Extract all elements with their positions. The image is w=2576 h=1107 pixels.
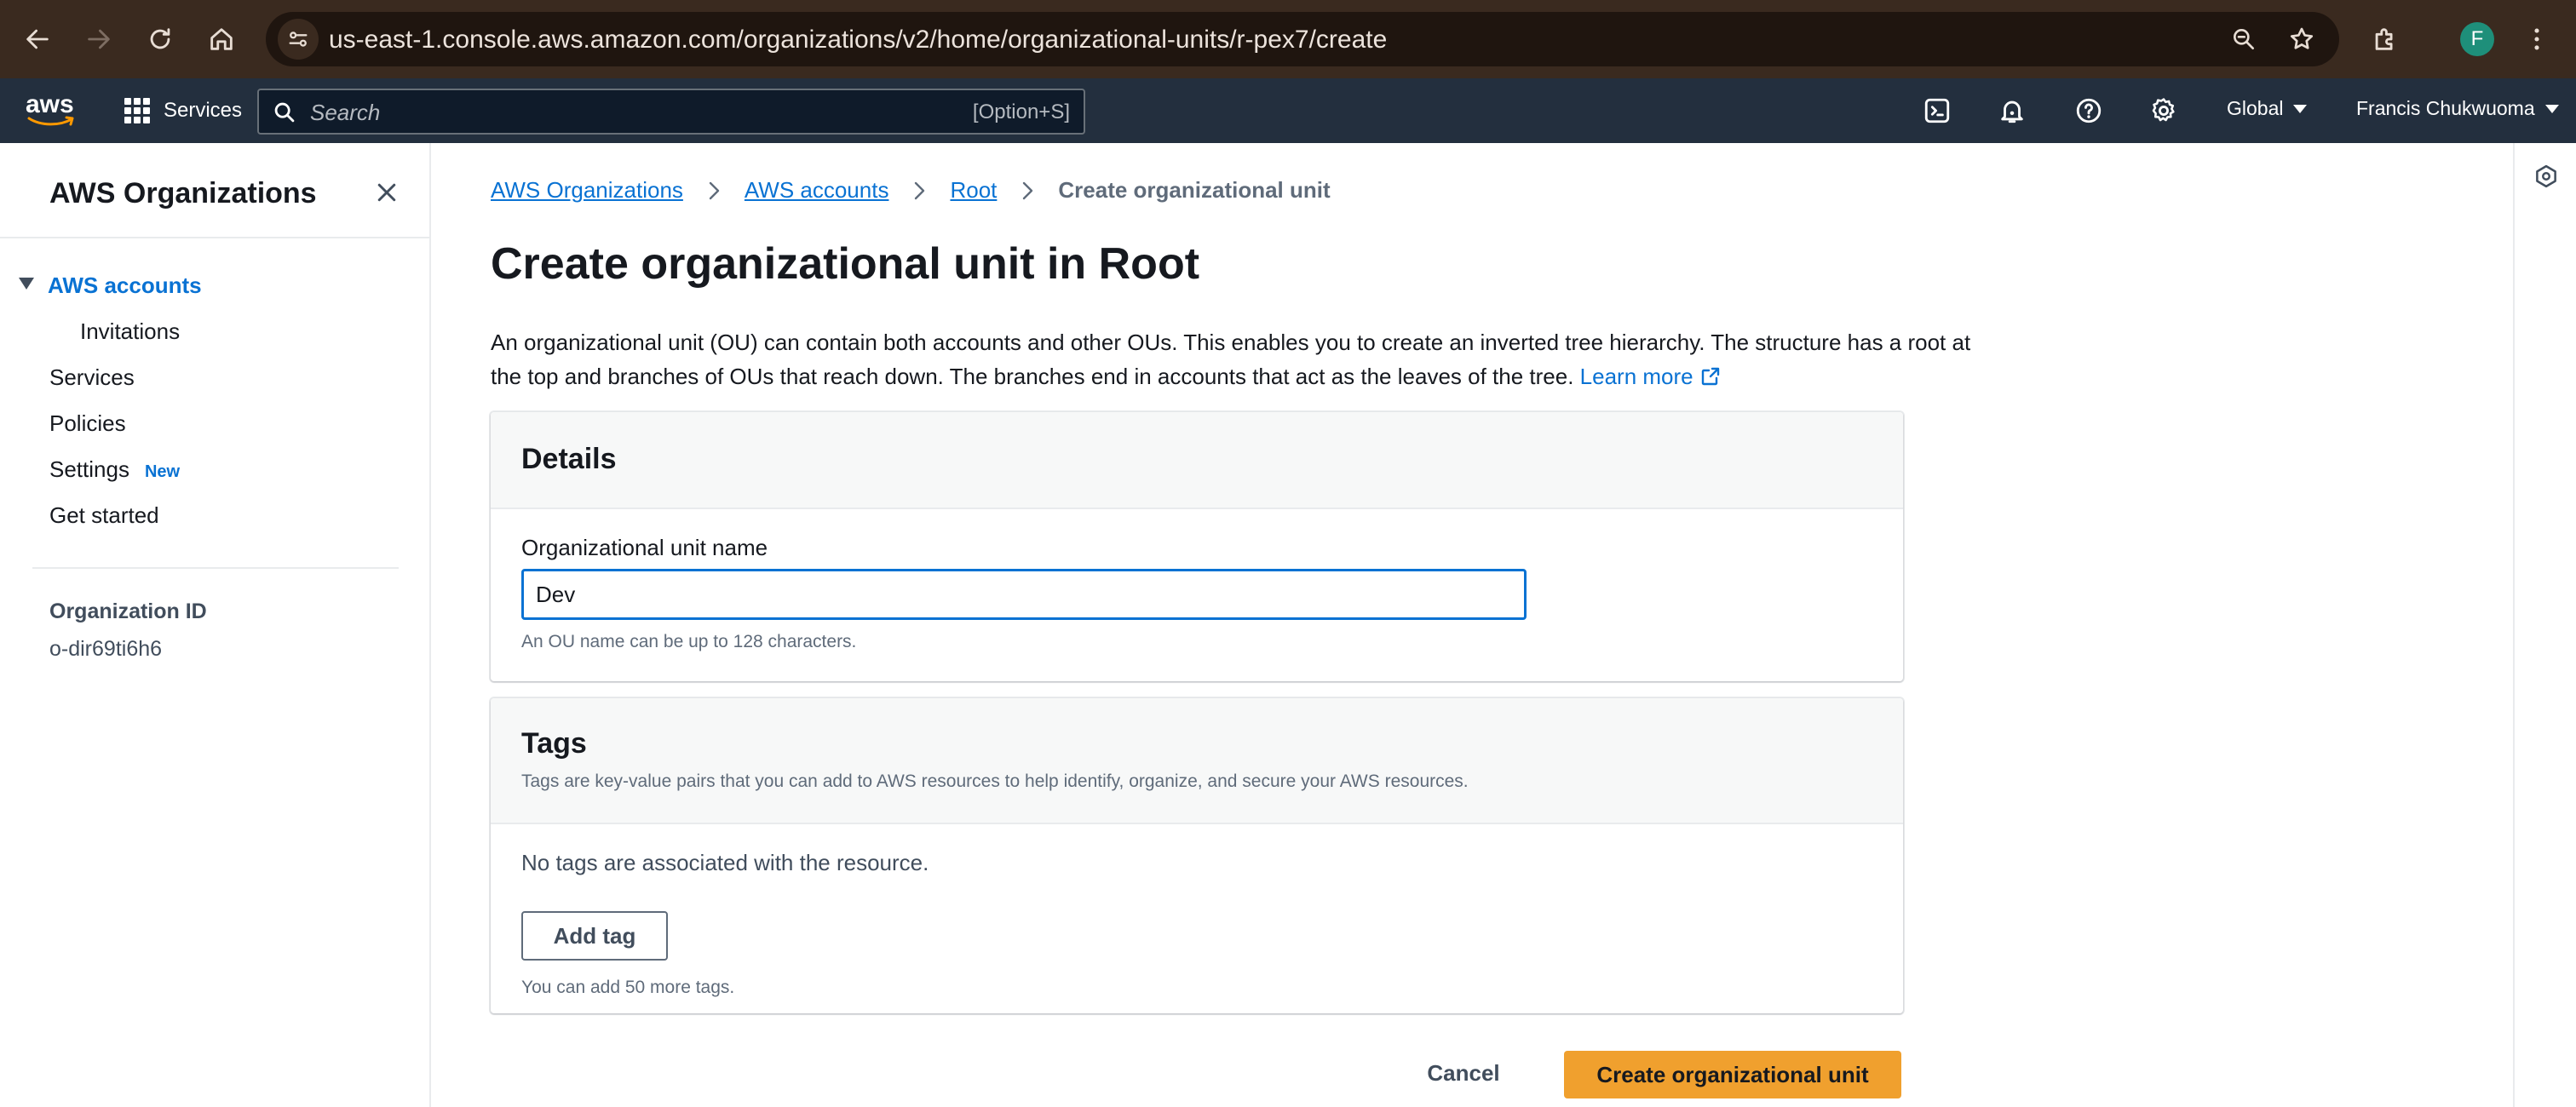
ou-name-hint: An OU name can be up to 128 characters.: [521, 632, 857, 651]
home-icon[interactable]: [201, 19, 242, 60]
tags-title: Tags: [521, 727, 587, 760]
aws-smile-icon: [27, 116, 74, 126]
services-grid-icon: [124, 98, 150, 123]
tags-panel-header: Tags Tags are key-value pairs that you c…: [491, 698, 1903, 824]
breadcrumb-current: Create organizational unit: [1058, 177, 1331, 203]
side-navigation: AWS Organizations AWS accounts Invitatio…: [0, 143, 431, 1107]
sidebar-item-settings[interactable]: Settings New: [49, 456, 180, 483]
aws-top-nav: aws Services [Option+S] Global Francis C…: [0, 78, 2576, 143]
breadcrumb-aws-organizations[interactable]: AWS Organizations: [491, 177, 683, 204]
bookmark-star-icon[interactable]: [2285, 22, 2319, 56]
zoom-icon[interactable]: [2227, 22, 2261, 56]
aws-logo[interactable]: aws: [26, 90, 77, 131]
add-tag-button[interactable]: Add tag: [521, 911, 668, 961]
sidebar-item-aws-accounts[interactable]: AWS accounts: [48, 272, 202, 299]
global-search[interactable]: [Option+S]: [257, 89, 1085, 135]
address-bar[interactable]: us-east-1.console.aws.amazon.com/organiz…: [266, 12, 2339, 66]
org-id-label: Organization ID: [49, 599, 207, 623]
page-description: An organizational unit (OU) can contain …: [491, 325, 1973, 393]
avatar-letter: F: [2460, 22, 2494, 56]
learn-more-label: Learn more: [1579, 364, 1693, 389]
details-panel: Details Organizational unit name An OU n…: [491, 412, 1903, 681]
search-shortcut-hint: [Option+S]: [972, 100, 1070, 123]
chevron-right-icon: [704, 181, 724, 201]
main-content: AWS Organizations AWS accounts Root Crea…: [433, 143, 2513, 1107]
back-icon[interactable]: [17, 19, 58, 60]
tools-rail: [2513, 143, 2576, 1107]
browser-toolbar: us-east-1.console.aws.amazon.com/organiz…: [0, 0, 2576, 78]
sidebar-item-invitations[interactable]: Invitations: [80, 318, 180, 345]
breadcrumb-aws-accounts[interactable]: AWS accounts: [745, 177, 889, 204]
page-description-text: An organizational unit (OU) can contain …: [491, 330, 1971, 389]
details-title: Details: [521, 443, 617, 475]
settings-icon[interactable]: [2147, 94, 2181, 128]
account-menu[interactable]: Francis Chukwuoma: [2356, 97, 2559, 120]
new-badge: New: [144, 462, 181, 481]
search-input[interactable]: [310, 97, 906, 128]
user-label: Francis Chukwuoma: [2356, 97, 2535, 119]
tags-panel: Tags Tags are key-value pairs that you c…: [491, 698, 1903, 1013]
sidebar-item-services[interactable]: Services: [49, 364, 135, 391]
help-icon[interactable]: [2072, 94, 2106, 128]
chevron-right-icon: [1017, 181, 1038, 201]
notifications-icon[interactable]: [1995, 94, 2029, 128]
org-id-value: o-dir69ti6h6: [49, 637, 163, 661]
tags-remaining-hint: You can add 50 more tags.: [521, 978, 735, 997]
sidebar-item-get-started[interactable]: Get started: [49, 502, 159, 529]
external-link-icon: [1701, 367, 1719, 386]
cancel-button[interactable]: Cancel: [1412, 1049, 1515, 1097]
sidebar-divider: [0, 237, 429, 238]
breadcrumb: AWS Organizations AWS accounts Root Crea…: [491, 177, 1331, 204]
sidebar-item-settings-label: Settings: [49, 456, 129, 482]
more-vert-icon[interactable]: [2516, 19, 2557, 60]
ou-name-label: Organizational unit name: [521, 535, 768, 560]
reload-icon[interactable]: [140, 19, 181, 60]
chevron-right-icon: [909, 181, 929, 201]
sidebar-item-policies[interactable]: Policies: [49, 410, 126, 437]
learn-more-link[interactable]: Learn more: [1580, 364, 1721, 389]
sidebar-divider: [32, 567, 399, 569]
cloudshell-icon[interactable]: [1920, 94, 1954, 128]
close-icon[interactable]: [370, 175, 404, 209]
breadcrumb-root[interactable]: Root: [950, 177, 997, 204]
services-label: Services: [164, 99, 243, 122]
create-ou-button[interactable]: Create organizational unit: [1564, 1051, 1901, 1098]
aws-logo-text: aws: [26, 90, 74, 118]
expand-caret-icon[interactable]: [19, 278, 34, 290]
tags-empty-text: No tags are associated with the resource…: [521, 850, 929, 875]
extensions-icon[interactable]: [2365, 19, 2406, 60]
tools-panel-icon[interactable]: [2530, 160, 2562, 192]
avatar[interactable]: F: [2457, 19, 2498, 60]
site-settings-icon[interactable]: [278, 19, 319, 60]
region-selector[interactable]: Global: [2227, 97, 2308, 120]
url-text[interactable]: us-east-1.console.aws.amazon.com/organiz…: [329, 26, 1387, 54]
details-panel-header: Details: [491, 412, 1903, 509]
region-caret-icon: [2293, 104, 2308, 113]
page-title: Create organizational unit in Root: [491, 239, 1200, 289]
ou-name-input[interactable]: [521, 569, 1527, 620]
account-caret-icon: [2544, 104, 2559, 113]
tags-subtitle: Tags are key-value pairs that you can ad…: [521, 771, 1469, 791]
region-label: Global: [2227, 97, 2284, 119]
search-icon: [274, 102, 295, 123]
sidebar-title[interactable]: AWS Organizations: [49, 177, 317, 210]
services-menu-button[interactable]: Services: [124, 94, 242, 128]
forward-icon[interactable]: [78, 19, 119, 60]
